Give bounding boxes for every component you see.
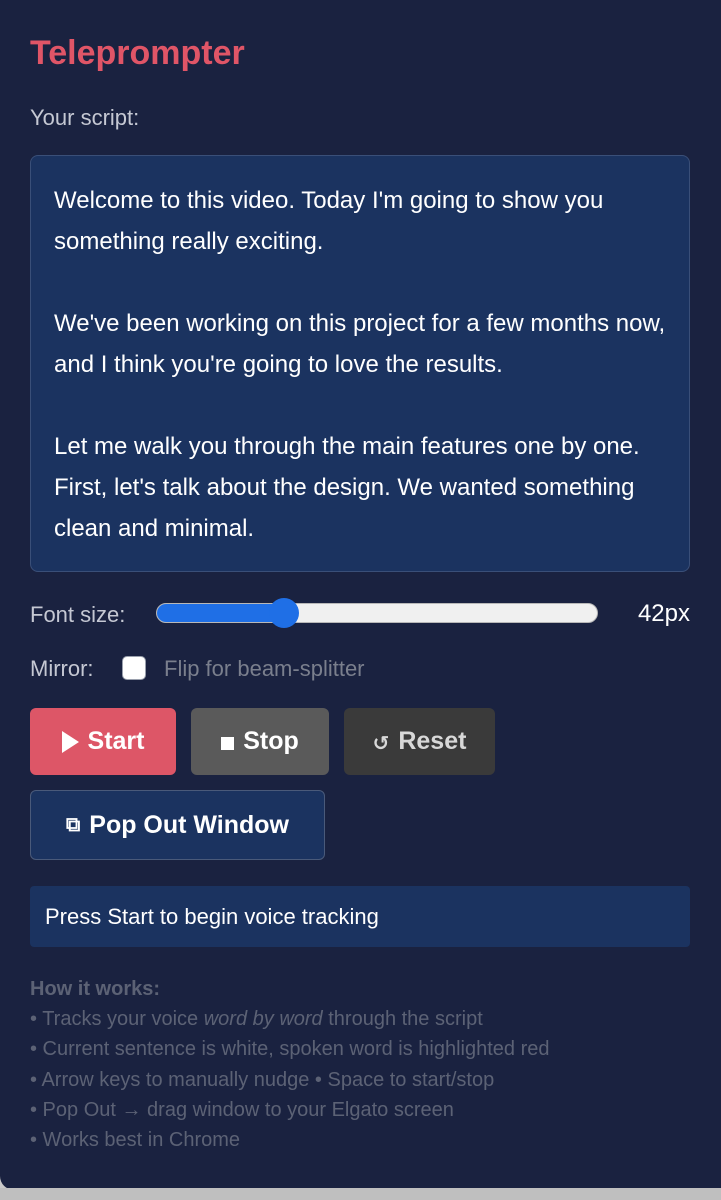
how-it-works-title: How it works: xyxy=(30,978,161,1000)
status-text: Press Start to begin voice tracking xyxy=(45,903,379,929)
reset-button-label: Reset xyxy=(398,727,467,755)
how-it-works: How it works: • Tracks your voice word b… xyxy=(30,974,550,1155)
reset-icon: ↺ xyxy=(372,732,390,755)
how-it-works-item: • Tracks your voice word by word through… xyxy=(30,1008,483,1031)
teleprompter-panel: Teleprompter Your script: Welcome to thi… xyxy=(0,0,721,1190)
stop-icon xyxy=(221,736,235,750)
mirror-checkbox[interactable] xyxy=(122,656,146,680)
font-size-slider[interactable] xyxy=(156,603,598,623)
pop-out-window-button-label: Pop Out Window xyxy=(89,810,289,839)
mirror-label: Mirror: xyxy=(30,656,94,681)
stop-button-label: Stop xyxy=(243,727,299,755)
page-title: Teleprompter xyxy=(30,34,245,72)
start-button-label: Start xyxy=(87,727,145,755)
stop-button[interactable]: Stop xyxy=(191,708,329,775)
status-message: Press Start to begin voice tracking xyxy=(30,886,690,947)
how-it-works-item: • Pop Out → drag window to your Elgato s… xyxy=(30,1098,454,1121)
script-label: Your script: xyxy=(30,105,140,130)
how-it-works-item: • Works best in Chrome xyxy=(30,1129,241,1152)
how-it-works-item: • Current sentence is white, spoken word… xyxy=(30,1038,550,1061)
how-it-works-item: • Arrow keys to manually nudge • Space t… xyxy=(30,1068,495,1091)
reset-button[interactable]: ↺ Reset xyxy=(344,708,495,775)
script-textarea[interactable]: Welcome to this video. Today I'm going t… xyxy=(30,155,690,572)
font-size-slider-thumb[interactable] xyxy=(269,598,300,628)
window-bottom-edge xyxy=(0,1188,721,1200)
play-icon xyxy=(61,730,79,753)
start-button[interactable]: Start xyxy=(30,708,176,775)
font-size-value: 42px xyxy=(637,600,690,627)
font-size-slider-fill xyxy=(157,604,286,622)
popout-icon: ⧉ xyxy=(65,814,81,836)
mirror-hint: Flip for beam-splitter xyxy=(164,656,365,681)
font-size-label: Font size: xyxy=(30,602,126,627)
pop-out-window-button[interactable]: ⧉ Pop Out Window xyxy=(30,790,325,860)
